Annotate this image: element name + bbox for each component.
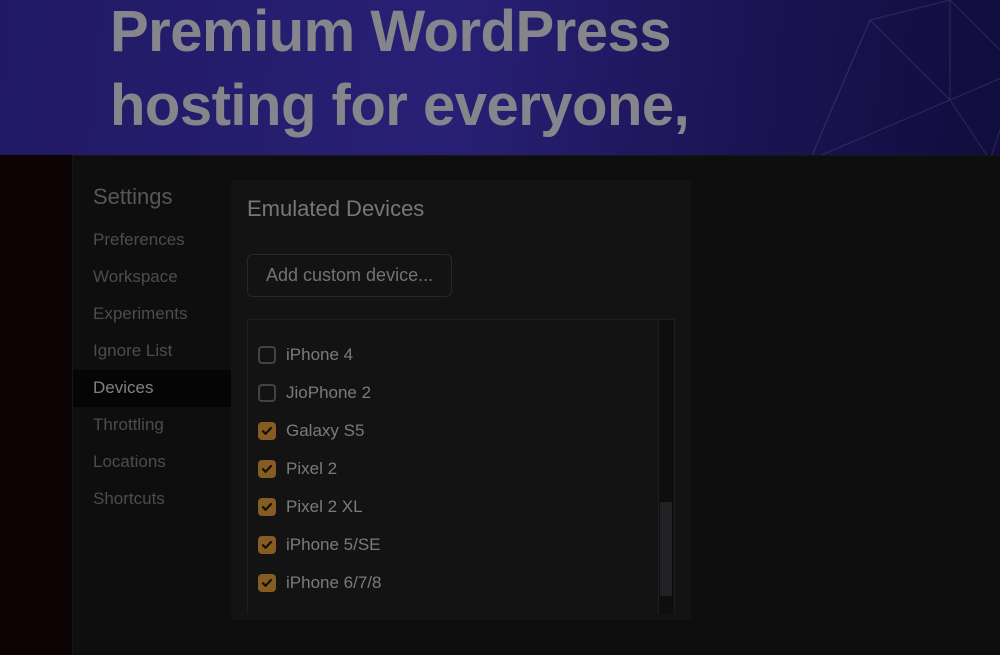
scrollbar-thumb[interactable]	[660, 502, 672, 596]
device-label: iPhone 6/7/8	[286, 573, 381, 593]
device-row[interactable]: Pixel 2 XL	[258, 488, 664, 526]
sidebar-item-label: Workspace	[93, 267, 178, 286]
vertical-scrollbar[interactable]	[658, 320, 674, 614]
checkbox-checked-icon[interactable]	[258, 498, 276, 516]
device-label: JioPhone 2	[286, 383, 371, 403]
device-list-container: iPhone 4 JioPhone 2 Galaxy S5 Pixel 2 Pixel …	[247, 319, 675, 614]
device-row[interactable]: iPhone 4	[258, 336, 664, 374]
checkbox-checked-icon[interactable]	[258, 536, 276, 554]
add-custom-device-button[interactable]: Add custom device...	[247, 254, 452, 297]
sidebar-item-label: Locations	[93, 452, 166, 471]
device-label: iPhone 5/SE	[286, 535, 381, 555]
sidebar-item-locations[interactable]: Locations	[73, 444, 231, 481]
sidebar-item-ignore-list[interactable]: Ignore List	[73, 333, 231, 370]
sidebar-item-label: Ignore List	[93, 341, 172, 360]
sidebar-item-label: Throttling	[93, 415, 164, 434]
device-list: iPhone 4 JioPhone 2 Galaxy S5 Pixel 2 Pixel …	[248, 320, 674, 610]
sidebar-item-label: Shortcuts	[93, 489, 165, 508]
sidebar-item-throttling[interactable]: Throttling	[73, 407, 231, 444]
sidebar-items: Preferences Workspace Experiments Ignore Li…	[73, 222, 231, 518]
hero-title-line2: hosting for everyone,	[110, 73, 689, 138]
sidebar-item-shortcuts[interactable]: Shortcuts	[73, 481, 231, 518]
hero-title: Premium WordPress hosting for everyone,	[110, 0, 689, 143]
hero-title-line1: Premium WordPress	[110, 0, 671, 64]
device-row[interactable]: Pixel 2	[258, 450, 664, 488]
device-row[interactable]: Galaxy S5	[258, 412, 664, 450]
sidebar-item-preferences[interactable]: Preferences	[73, 222, 231, 259]
settings-content: Emulated Devices Add custom device... iP…	[231, 156, 1000, 655]
device-row[interactable]: iPhone 5/SE	[258, 526, 664, 564]
device-row[interactable]: JioPhone 2	[258, 374, 664, 412]
sidebar-item-experiments[interactable]: Experiments	[73, 296, 231, 333]
sidebar-item-label: Devices	[93, 378, 153, 397]
sidebar-item-devices[interactable]: Devices	[73, 370, 231, 407]
settings-sidebar: Settings Preferences Workspace Experiments…	[73, 156, 231, 655]
hero-banner: Premium WordPress hosting for everyone,	[0, 0, 1000, 155]
device-label: iPhone 4	[286, 345, 353, 365]
device-label: Galaxy S5	[286, 421, 364, 441]
device-row[interactable]: iPhone 6/7/8	[258, 564, 664, 602]
checkbox-unchecked-icon[interactable]	[258, 346, 276, 364]
hero-polygon-art	[800, 0, 1000, 155]
checkbox-checked-icon[interactable]	[258, 574, 276, 592]
sidebar-item-label: Preferences	[93, 230, 185, 249]
checkbox-checked-icon[interactable]	[258, 422, 276, 440]
checkbox-checked-icon[interactable]	[258, 460, 276, 478]
sidebar-item-label: Experiments	[93, 304, 187, 323]
checkbox-unchecked-icon[interactable]	[258, 384, 276, 402]
device-label: Pixel 2 XL	[286, 497, 363, 517]
settings-heading: Settings	[73, 184, 231, 222]
sidebar-item-workspace[interactable]: Workspace	[73, 259, 231, 296]
device-label: Pixel 2	[286, 459, 337, 479]
emulated-devices-card: Emulated Devices Add custom device... iP…	[231, 180, 691, 620]
devtools-settings-panel: Settings Preferences Workspace Experiments…	[72, 155, 1000, 655]
card-title: Emulated Devices	[247, 196, 675, 222]
